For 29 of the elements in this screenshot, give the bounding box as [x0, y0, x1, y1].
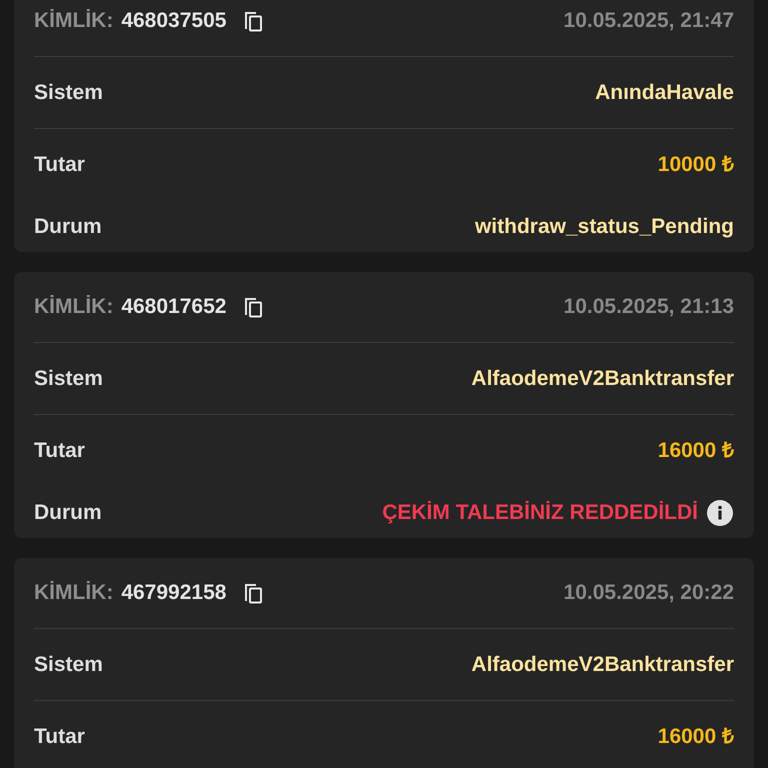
field-label: Durum — [34, 214, 102, 240]
transaction-date: 10.05.2025, 21:47 — [564, 8, 734, 34]
system-value: AnındaHavale — [595, 80, 734, 106]
copy-icon[interactable] — [242, 9, 264, 33]
transaction-id: 467992158 — [121, 580, 226, 606]
field-label: Tutar — [34, 724, 85, 750]
amount-value: 10000 ₺ — [658, 152, 734, 178]
amount-value: 16000 ₺ — [658, 724, 734, 750]
field-label: Sistem — [34, 366, 103, 392]
system-value: AlfaodemeV2Banktransfer — [471, 366, 734, 392]
id-label: KİMLİK: — [34, 8, 114, 34]
transaction-id: 468017652 — [121, 294, 226, 320]
system-value: AlfaodemeV2Banktransfer — [471, 652, 734, 678]
id-label: KİMLİK: — [34, 294, 114, 320]
id-label: KİMLİK: — [34, 580, 114, 606]
copy-icon[interactable] — [242, 581, 264, 605]
transaction-date: 10.05.2025, 21:13 — [564, 294, 734, 320]
field-label: Durum — [34, 500, 102, 526]
transaction-id: 468037505 — [121, 8, 226, 34]
field-label: Tutar — [34, 438, 85, 464]
info-icon[interactable] — [706, 498, 734, 526]
field-label: Sistem — [34, 652, 103, 678]
copy-icon[interactable] — [242, 295, 264, 319]
field-label: Tutar — [34, 152, 85, 178]
field-label: Sistem — [34, 80, 103, 106]
amount-value: 16000 ₺ — [658, 438, 734, 464]
status-value: ÇEKİM TALEBİNİZ REDDEDİLDİ — [382, 500, 698, 526]
transaction-date: 10.05.2025, 20:22 — [564, 580, 734, 606]
status-value: withdraw_status_Pending — [474, 214, 734, 240]
